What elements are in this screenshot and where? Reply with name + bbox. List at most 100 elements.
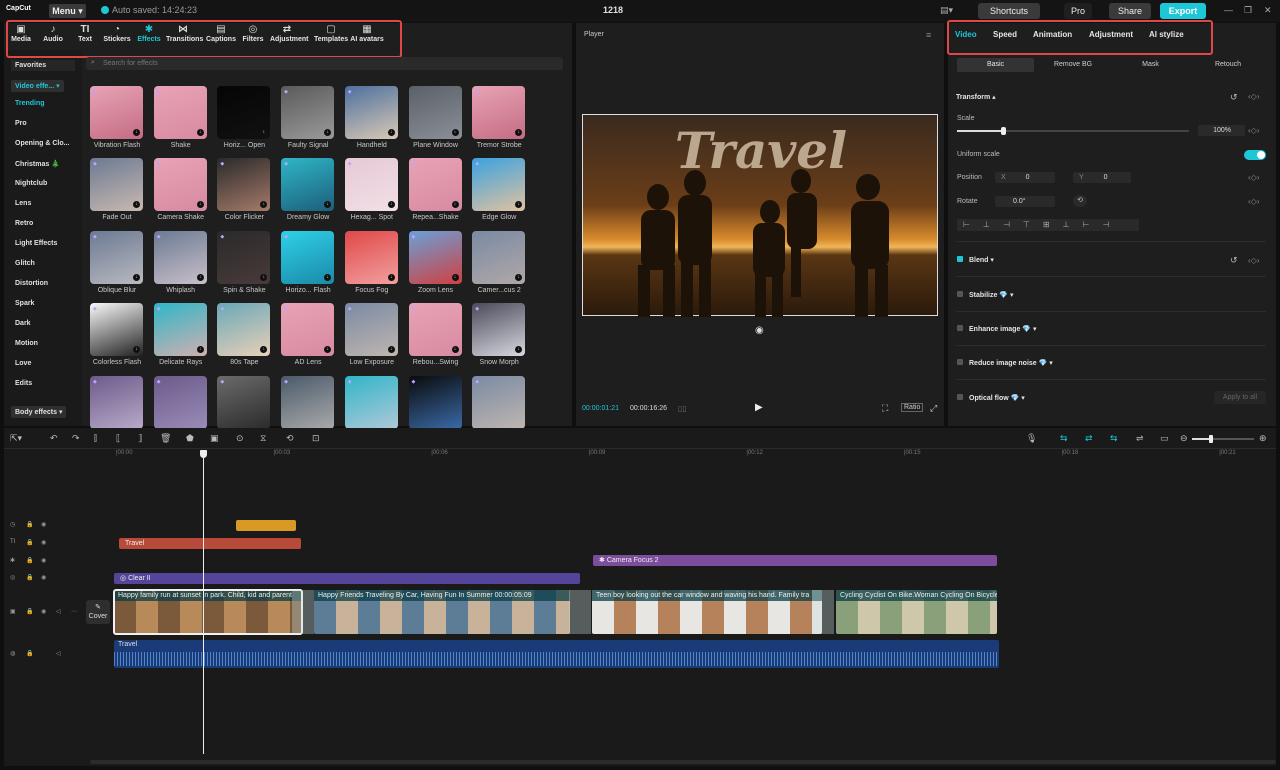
- rotate-dial-icon[interactable]: ⟲: [1073, 195, 1087, 207]
- video-preview[interactable]: Travel: [582, 114, 938, 317]
- scale-keyframe-icon[interactable]: ‹◇›: [1248, 126, 1259, 135]
- lock-icon[interactable]: 🔒: [26, 650, 33, 657]
- noise-section[interactable]: Reduce image noise 💎 ▾: [969, 359, 1053, 367]
- download-icon[interactable]: ↓: [515, 273, 523, 281]
- category-item[interactable]: Light Effects: [15, 240, 57, 247]
- video-clip-2[interactable]: Happy Friends Traveling By Car, Having F…: [314, 590, 570, 634]
- speaker-icon[interactable]: ◁: [56, 650, 61, 657]
- effect-thumbnail[interactable]: ◆ ↓: [281, 303, 335, 357]
- video-clip-4[interactable]: Cycling Cyclist On Bike.Woman Cycling On…: [836, 590, 997, 634]
- download-icon[interactable]: ↓: [387, 346, 395, 354]
- tab-ai-stylize[interactable]: AI stylize: [1149, 30, 1184, 39]
- caption-icon[interactable]: ▭: [1160, 433, 1169, 444]
- effect-thumbnail[interactable]: ◆ ↓: [408, 303, 462, 357]
- effect-thumbnail[interactable]: ◆ ↓: [153, 158, 207, 212]
- effect-thumbnail[interactable]: ◆ ↓: [472, 86, 526, 139]
- category-item[interactable]: Spark: [15, 300, 34, 307]
- category-item[interactable]: Distortion: [15, 280, 48, 287]
- split-right-icon[interactable]: ⟧: [138, 433, 142, 444]
- download-icon[interactable]: ↓: [260, 273, 268, 281]
- download-icon[interactable]: ↓: [260, 346, 268, 354]
- download-icon[interactable]: ↓: [196, 346, 204, 354]
- effect-thumbnail[interactable]: ◆ ↓: [344, 86, 398, 139]
- freeze-icon[interactable]: ⊙: [236, 433, 244, 444]
- sticker-clip[interactable]: [236, 520, 296, 531]
- category-item[interactable]: Body effects ▾: [11, 406, 67, 418]
- effect-thumbnail[interactable]: ◆ ↓: [408, 158, 462, 212]
- download-icon[interactable]: ↓: [515, 201, 523, 209]
- reset-icon[interactable]: ↺: [1230, 92, 1238, 103]
- download-icon[interactable]: ↓: [133, 273, 140, 281]
- download-icon[interactable]: ↓: [324, 129, 332, 136]
- mirror-icon[interactable]: ⧖: [260, 433, 266, 444]
- optical-flow-checkbox[interactable]: [957, 394, 963, 400]
- effect-thumbnail[interactable]: ◆ ↓: [472, 158, 526, 212]
- blend-reset-icon[interactable]: ↺: [1230, 255, 1238, 266]
- lock-icon[interactable]: 🔒: [26, 521, 33, 528]
- download-icon[interactable]: ↓: [260, 129, 268, 136]
- apply-to-all-button[interactable]: Apply to all: [1214, 391, 1266, 404]
- zoom-out-icon[interactable]: ⊖: [1180, 433, 1188, 444]
- playhead-handle[interactable]: [200, 450, 207, 458]
- stabilize-checkbox[interactable]: [957, 291, 963, 297]
- effect-thumbnail[interactable]: ↓: [472, 230, 526, 284]
- export-button[interactable]: Export: [1160, 3, 1206, 19]
- menu-button[interactable]: Menu ▾: [49, 4, 86, 18]
- shortcuts-button[interactable]: Shortcuts: [978, 3, 1040, 19]
- effect-thumbnail[interactable]: ◆ ↓: [217, 303, 271, 357]
- effect-thumbnail[interactable]: ◆ ↓: [90, 303, 143, 357]
- snap-icon[interactable]: ⇆: [1110, 433, 1118, 444]
- delete-icon[interactable]: 🗑: [160, 433, 171, 444]
- category-item[interactable]: Christmas 🎄: [15, 160, 60, 168]
- download-icon[interactable]: ↓: [451, 346, 459, 354]
- play-icon[interactable]: ▶: [755, 402, 763, 413]
- effect-thumbnail[interactable]: ◆ ↓: [281, 158, 335, 212]
- download-icon[interactable]: ↓: [451, 129, 459, 136]
- download-icon[interactable]: ↓: [387, 129, 395, 136]
- rotate-keyframe-icon[interactable]: ‹◇›: [1248, 197, 1259, 206]
- zoom-slider-knob[interactable]: [1209, 435, 1213, 443]
- effect-thumbnail[interactable]: ◆: [408, 375, 462, 429]
- tab-video[interactable]: Video: [955, 30, 977, 39]
- lock-icon[interactable]: 🔒: [26, 557, 33, 564]
- download-icon[interactable]: ↓: [515, 346, 523, 354]
- blend-keyframe-icon[interactable]: ‹◇›: [1248, 256, 1259, 265]
- tab-adjustment[interactable]: Adjustment: [1089, 30, 1133, 39]
- effect-thumbnail[interactable]: ◆: [90, 375, 143, 429]
- split-icon[interactable]: ⫿: [94, 433, 97, 444]
- tab-animation[interactable]: Animation: [1033, 30, 1072, 39]
- transition-marker[interactable]: [292, 590, 314, 634]
- download-icon[interactable]: ↓: [451, 201, 459, 209]
- search-input[interactable]: Search for effects: [86, 57, 563, 70]
- effect-thumbnail[interactable]: ◆ ↓: [281, 86, 335, 139]
- effect-thumbnail[interactable]: ◆ ↓: [344, 158, 398, 212]
- ratio-button[interactable]: Ratio: [901, 403, 924, 412]
- position-keyframe-icon[interactable]: ‹◇›: [1248, 173, 1259, 182]
- select-icon[interactable]: ⇱▾: [10, 433, 22, 444]
- split-left-icon[interactable]: ⟦: [116, 433, 120, 444]
- close-icon[interactable]: ✕: [1264, 5, 1272, 16]
- more-icon[interactable]: ⋯: [71, 608, 77, 615]
- category-item[interactable]: Lens: [15, 200, 31, 207]
- effect-thumbnail[interactable]: ↓: [344, 230, 398, 284]
- marker-icon[interactable]: ⬟: [186, 433, 194, 444]
- category-item[interactable]: Opening & Clo...: [15, 140, 69, 147]
- timeline-scrollbar[interactable]: [90, 760, 1276, 764]
- effect-thumbnail[interactable]: ◆ ↓: [90, 158, 143, 212]
- download-icon[interactable]: ↓: [515, 129, 523, 136]
- player-menu-icon[interactable]: ≡: [926, 30, 931, 40]
- minimize-icon[interactable]: —: [1224, 5, 1233, 15]
- effect-thumbnail[interactable]: ◆: [217, 375, 271, 429]
- undo-icon[interactable]: ↶: [50, 433, 58, 444]
- fullscreen-icon[interactable]: ⤢: [930, 403, 937, 414]
- effect-thumbnail[interactable]: ◆: [472, 375, 526, 429]
- download-icon[interactable]: ↓: [324, 273, 332, 281]
- filter-clip[interactable]: ◎ Clear II: [114, 573, 580, 584]
- category-item[interactable]: Favorites: [11, 60, 75, 71]
- download-icon[interactable]: ↓: [133, 129, 140, 136]
- zoom-in-icon[interactable]: ⊕: [1259, 433, 1267, 444]
- noise-checkbox[interactable]: [957, 359, 963, 365]
- preview-axis-icon[interactable]: ⇌: [1136, 433, 1144, 444]
- effect-thumbnail[interactable]: ◆ ↓: [344, 303, 398, 357]
- microphone-icon[interactable]: 🎙: [1026, 433, 1037, 444]
